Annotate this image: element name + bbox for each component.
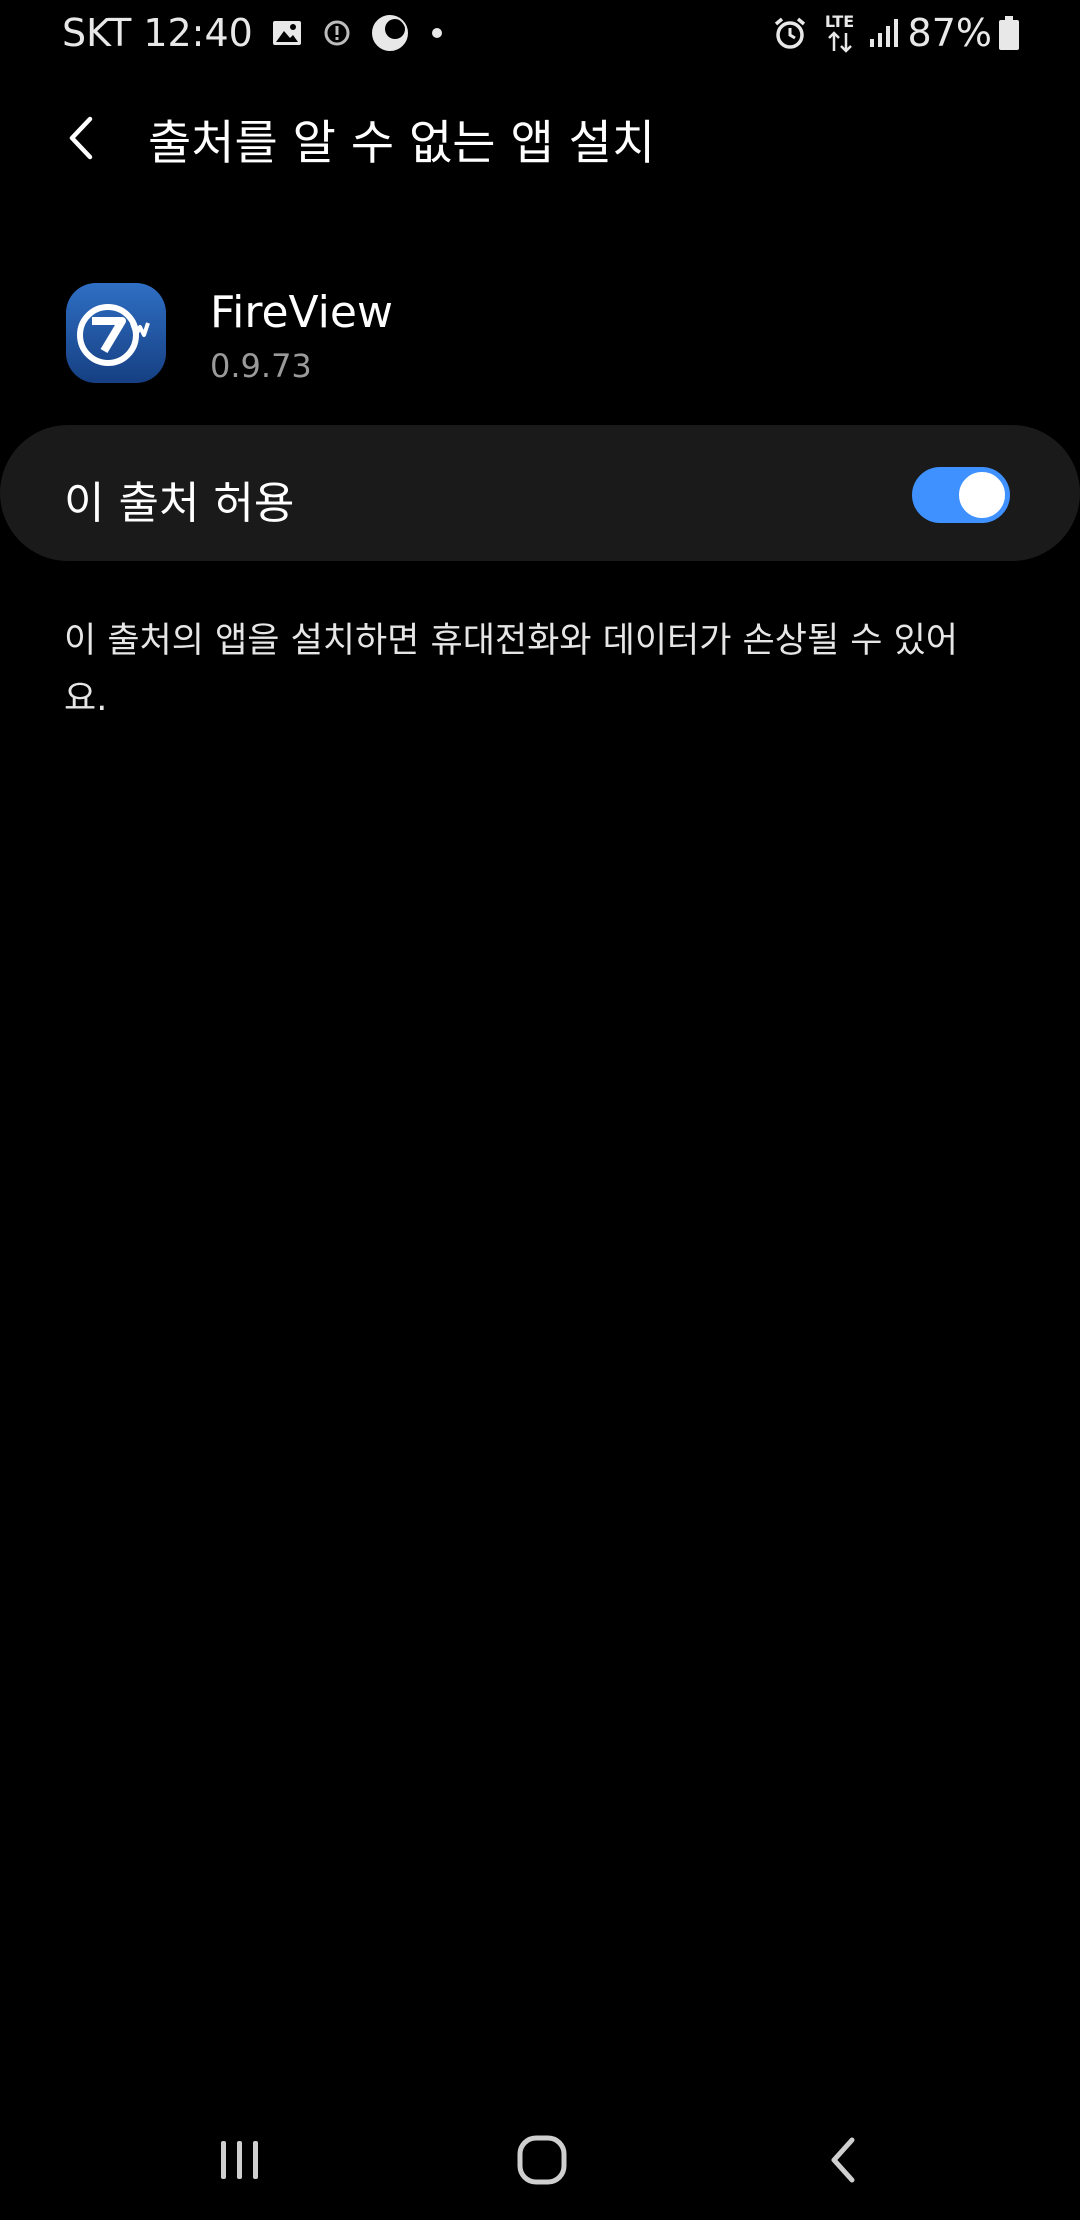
home-icon [517,2135,567,2185]
battery-percent: 87% [907,11,992,55]
recent-apps-button[interactable] [200,2122,280,2198]
navigation-bar [0,2100,1080,2220]
moon-icon [371,14,409,52]
allow-source-toggle[interactable] [912,467,1010,523]
page-title: 출처를 알 수 없는 앱 설치 [148,116,656,171]
app-version: 0.9.73 [210,347,312,385]
app-name: FireView [210,287,393,338]
status-time: 12:40 [143,11,253,55]
dot-icon [431,27,443,39]
gallery-icon [271,17,303,49]
signal-icon [868,17,900,49]
back-button[interactable] [52,108,112,168]
status-right: LTE 87% [772,8,1020,58]
recent-apps-icon [221,2141,258,2179]
back-icon [831,2137,855,2183]
network-type-label: LTE [824,12,855,31]
app-info: FireView 0.9.73 [0,275,1080,395]
nav-back-button[interactable] [804,2122,884,2198]
carrier-name: SKT [62,11,132,55]
app-bar: 출처를 알 수 없는 앱 설치 [0,90,1080,185]
warning-text: 이 출처의 앱을 설치하면 휴대전화와 데이터가 손상될 수 있어요. [64,621,959,719]
status-bar: SKT 12:40 LTE 87% [0,0,1080,64]
toggle-knob [956,469,1008,521]
allow-source-row[interactable]: 이 출처 허용 [0,425,1080,561]
status-left: SKT 12:40 [62,8,443,58]
alert-circle-icon [323,19,351,47]
allow-source-label: 이 출처 허용 [64,478,295,529]
home-button[interactable] [502,2122,582,2198]
lte-data-icon: LTE [824,13,856,53]
alarm-icon [772,15,808,51]
back-chevron-icon [69,116,93,160]
fireview-app-icon [66,283,166,383]
battery-icon [998,15,1020,51]
